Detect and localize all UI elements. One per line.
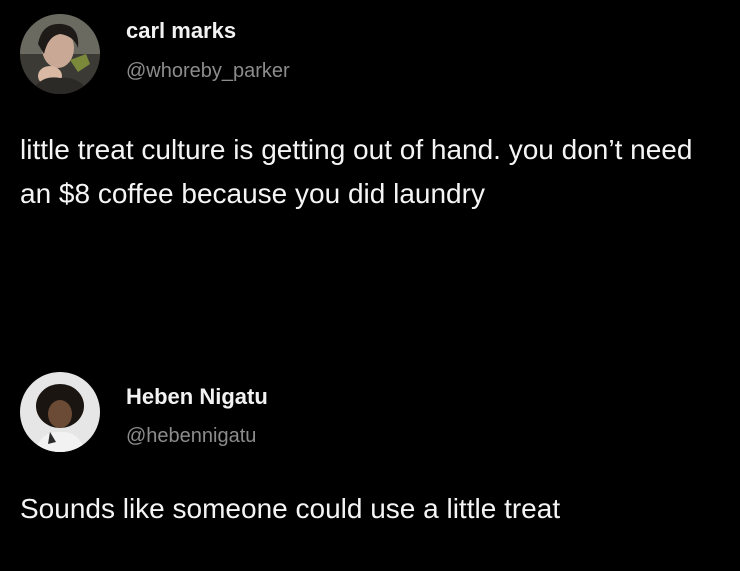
avatar[interactable] [20, 14, 100, 94]
avatar[interactable] [20, 372, 100, 452]
display-name[interactable]: carl marks [126, 18, 236, 44]
handle[interactable]: @whoreby_parker [126, 60, 290, 83]
profile-photo-icon [20, 14, 100, 94]
profile-photo-icon [20, 372, 100, 452]
handle[interactable]: @hebennigatu [126, 425, 256, 448]
tweet-text: little treat culture is getting out of h… [20, 134, 693, 209]
tweet-original: carl marks @whoreby_parker little treat … [0, 0, 740, 340]
tweet-reply: Heben Nigatu @hebennigatu Sounds like so… [0, 340, 740, 571]
display-name[interactable]: Heben Nigatu [126, 384, 268, 410]
tweet-text: Sounds like someone could use a little t… [20, 493, 561, 524]
